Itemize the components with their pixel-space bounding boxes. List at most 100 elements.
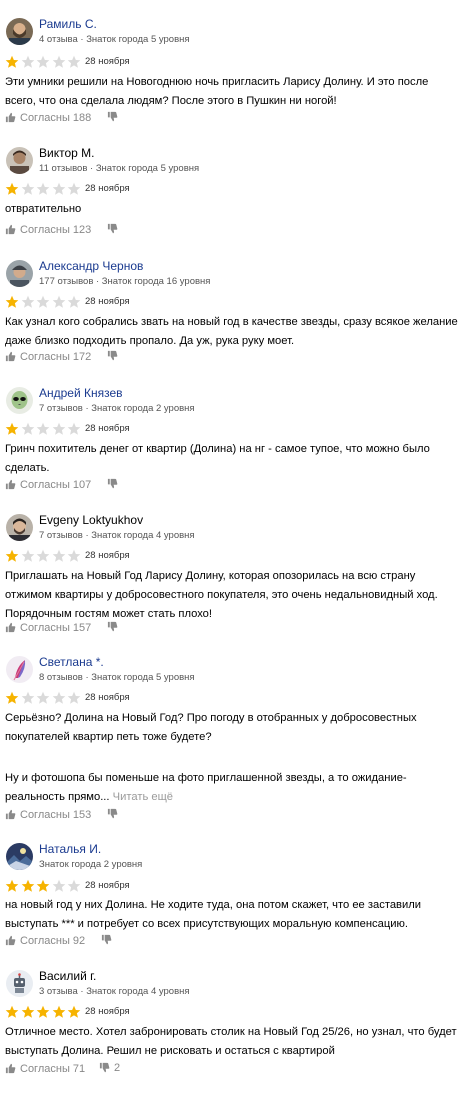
star-filled-icon	[36, 879, 50, 892]
star-empty-icon	[67, 549, 81, 562]
star-filled-icon	[36, 1005, 50, 1018]
reviewer-name[interactable]: Виктор М.	[39, 146, 94, 160]
review-text: на новый год у них Долина. Не ходите туд…	[5, 899, 422, 930]
star-rating	[5, 422, 83, 436]
agree-button[interactable]: Согласны 188	[5, 112, 91, 124]
star-empty-icon	[67, 182, 81, 195]
reviewer-name[interactable]: Александр Чернов	[39, 259, 143, 273]
thumbs-down-icon	[107, 111, 118, 122]
disagree-button[interactable]	[107, 808, 122, 820]
user-avatar[interactable]	[6, 843, 33, 870]
review-date: 28 ноября	[85, 183, 130, 194]
disagree-button[interactable]	[107, 621, 122, 633]
review-date: 28 ноября	[85, 56, 130, 67]
star-empty-icon	[67, 691, 81, 704]
star-filled-icon	[21, 879, 34, 892]
user-avatar[interactable]	[6, 147, 33, 174]
disagree-button[interactable]: 2	[99, 1062, 120, 1074]
star-rating	[5, 879, 83, 893]
review-date: 28 ноября	[85, 1006, 130, 1017]
star-filled-icon	[5, 879, 19, 892]
user-avatar[interactable]	[6, 18, 33, 45]
star-empty-icon	[52, 295, 65, 308]
thumbs-down-icon	[107, 350, 118, 361]
agree-count: Согласны 92	[20, 935, 86, 947]
agree-button[interactable]: Согласны 153	[5, 809, 91, 821]
star-filled-icon	[5, 182, 19, 195]
user-avatar[interactable]	[6, 970, 33, 997]
review-date: 28 ноября	[85, 296, 130, 307]
read-more-link[interactable]: Читать ещё	[113, 791, 173, 803]
agree-count: Согласны 123	[20, 224, 92, 236]
agree-button[interactable]: Согласны 172	[5, 351, 91, 363]
disagree-button[interactable]	[107, 111, 122, 123]
review-text-part: Ну и фотошопа бы поменьше на фото пригла…	[5, 772, 407, 803]
star-filled-icon	[67, 1005, 81, 1018]
thumbs-down-icon	[99, 1062, 110, 1073]
reviewer-name[interactable]: Василий г.	[39, 969, 96, 983]
thumbs-up-icon	[5, 622, 16, 633]
user-avatar[interactable]	[6, 260, 33, 287]
disagree-button[interactable]	[107, 478, 122, 490]
reviewer-name[interactable]: Наталья И.	[39, 842, 101, 856]
reviewer-name[interactable]: Светлана *.	[39, 655, 104, 669]
star-rating	[5, 182, 83, 196]
review-date: 28 ноября	[85, 423, 130, 434]
star-empty-icon	[67, 879, 81, 892]
disagree-button[interactable]	[101, 934, 116, 946]
star-filled-icon	[5, 55, 19, 68]
star-filled-icon	[21, 1005, 34, 1018]
star-empty-icon	[21, 55, 34, 68]
star-empty-icon	[52, 422, 65, 435]
agree-button[interactable]: Согласны 123	[5, 224, 91, 236]
reviewer-name[interactable]: Рамиль С.	[39, 17, 97, 31]
review-text: Приглашать на Новый Год Ларису Долину, к…	[5, 570, 438, 620]
star-rating	[5, 1005, 83, 1019]
thumbs-up-icon	[5, 224, 16, 235]
thumbs-up-icon	[5, 809, 16, 820]
thumbs-down-icon	[107, 223, 118, 234]
thumbs-up-icon	[5, 112, 16, 123]
agree-button[interactable]: Согласны 71	[5, 1063, 85, 1075]
star-empty-icon	[21, 549, 34, 562]
star-filled-icon	[5, 549, 19, 562]
star-filled-icon	[5, 1005, 19, 1018]
thumbs-down-icon	[101, 934, 112, 945]
reviewer-meta: 7 отзывов · Знаток города 4 уровня	[39, 530, 195, 541]
thumbs-up-icon	[5, 935, 16, 946]
agree-count: Согласны 107	[20, 479, 92, 491]
star-empty-icon	[67, 55, 81, 68]
review-text: Отличное место. Хотел забронировать стол…	[5, 1026, 457, 1057]
reviewer-meta: 11 отзывов · Знаток города 5 уровня	[39, 163, 200, 174]
star-empty-icon	[21, 182, 34, 195]
reviewer-name[interactable]: Evgeny Loktyukhov	[39, 513, 143, 527]
agree-button[interactable]: Согласны 107	[5, 479, 91, 491]
thumbs-up-icon	[5, 479, 16, 490]
agree-count: Согласны 153	[20, 809, 92, 821]
disagree-count: 2	[114, 1062, 121, 1074]
reviewer-name[interactable]: Андрей Князев	[39, 386, 123, 400]
star-empty-icon	[52, 879, 65, 892]
star-filled-icon	[52, 1005, 65, 1018]
reviewer-meta: 7 отзывов · Знаток города 2 уровня	[39, 403, 195, 414]
user-avatar[interactable]	[6, 514, 33, 541]
star-empty-icon	[36, 295, 50, 308]
reviewer-meta: 4 отзыва · Знаток города 5 уровня	[39, 34, 190, 45]
star-rating	[5, 55, 83, 69]
thumbs-down-icon	[107, 621, 118, 632]
disagree-button[interactable]	[107, 223, 122, 235]
reviewer-meta: 8 отзывов · Знаток города 5 уровня	[39, 672, 195, 683]
review-date: 28 ноября	[85, 880, 130, 891]
star-rating	[5, 549, 83, 563]
agree-count: Согласны 172	[20, 351, 92, 363]
star-empty-icon	[36, 549, 50, 562]
agree-count: Согласны 157	[20, 622, 92, 634]
star-empty-icon	[67, 422, 81, 435]
user-avatar[interactable]	[6, 656, 33, 683]
star-empty-icon	[52, 691, 65, 704]
disagree-button[interactable]	[107, 350, 122, 362]
star-empty-icon	[67, 295, 81, 308]
agree-button[interactable]: Согласны 92	[5, 935, 85, 947]
user-avatar[interactable]	[6, 387, 33, 414]
agree-button[interactable]: Согласны 157	[5, 622, 91, 634]
